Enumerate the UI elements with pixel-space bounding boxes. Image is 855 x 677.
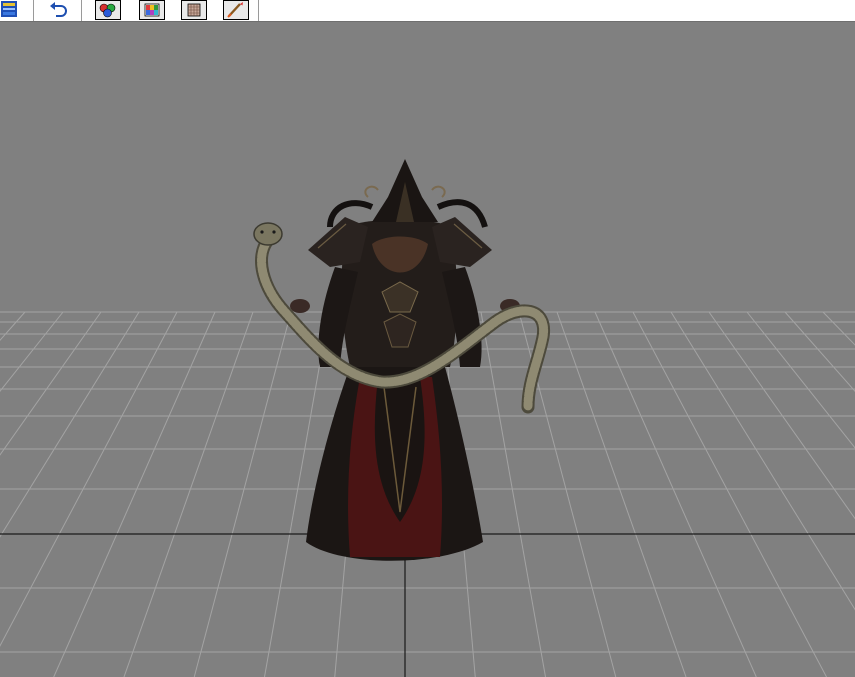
viewport-scene <box>0 159 855 677</box>
color-balls-icon <box>95 0 121 20</box>
textures-button[interactable] <box>138 0 166 20</box>
undo-button[interactable] <box>46 0 72 20</box>
texture-palette-icon <box>139 0 165 20</box>
toolbar-separator <box>258 0 259 21</box>
grid-button[interactable] <box>180 0 208 20</box>
materials-button[interactable] <box>94 0 122 20</box>
undo-icon <box>50 2 67 17</box>
grid-frame-icon <box>181 0 207 20</box>
toolbar-separator <box>81 0 82 21</box>
3d-viewport[interactable] <box>0 22 855 677</box>
app-menu-button[interactable] <box>0 0 20 20</box>
paint-button[interactable] <box>222 0 250 20</box>
toolbar-separator <box>33 0 34 21</box>
toolbar <box>0 0 855 22</box>
paint-brush-icon <box>223 0 249 20</box>
app-menu-icon <box>1 1 17 17</box>
